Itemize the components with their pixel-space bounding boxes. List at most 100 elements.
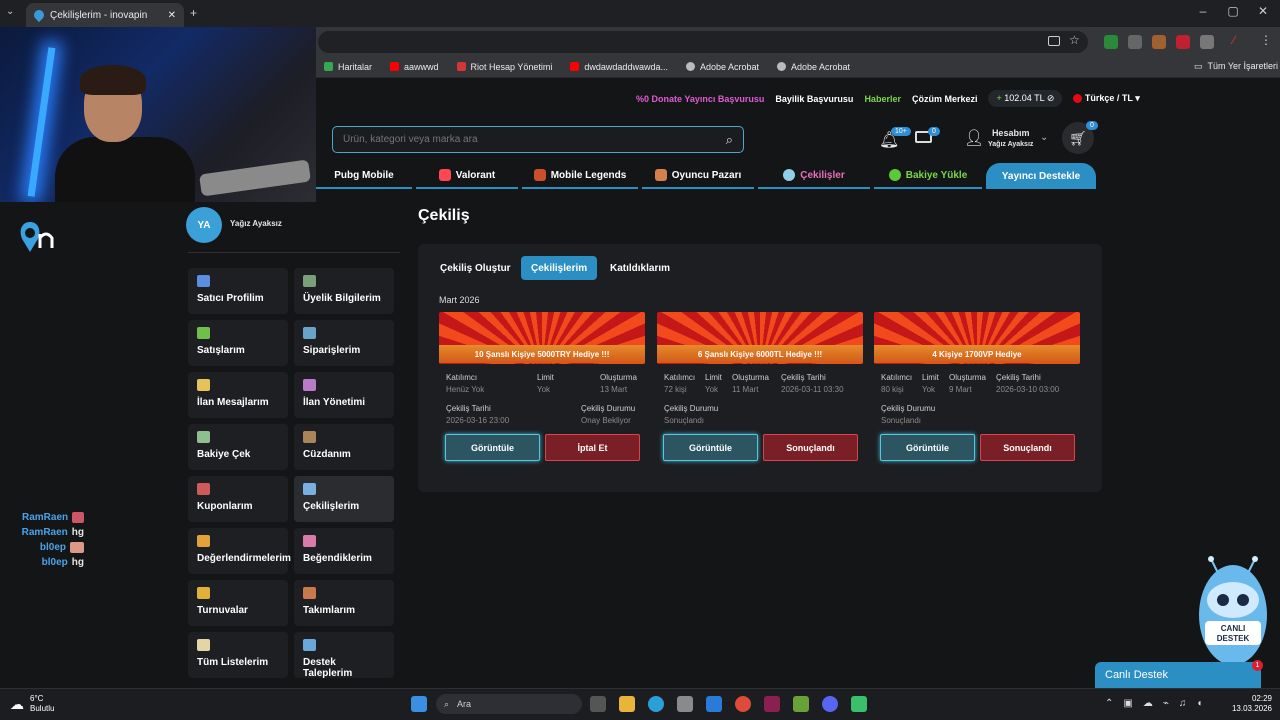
store-icon[interactable]: [677, 696, 693, 712]
bookmark-item[interactable]: Adobe Acrobat: [685, 62, 759, 72]
close-tab-icon[interactable]: ✕: [168, 10, 176, 21]
chrome-menu-icon[interactable]: ⋮: [1260, 33, 1272, 47]
cat-bakiye-yukle[interactable]: Bakiye Yükle: [874, 163, 982, 189]
maximize-icon[interactable]: ▢: [1223, 4, 1243, 18]
cat-valorant[interactable]: Valorant: [416, 163, 518, 189]
tab-create-raffle[interactable]: Çekiliş Oluştur: [430, 256, 521, 280]
all-lists-icon: [197, 639, 210, 651]
minimize-icon[interactable]: –: [1193, 4, 1213, 18]
support-mascot[interactable]: CANLI DESTEK: [1195, 555, 1271, 669]
raffle-card: 10 Şanslı Kişiye 5000TRY Hediye !!! Katı…: [439, 312, 645, 464]
info-value: Yok: [537, 385, 551, 394]
search-icon[interactable]: ⌕: [726, 132, 733, 148]
extension-icon[interactable]: [1128, 35, 1142, 49]
bookmark-star-icon[interactable]: ☆: [1069, 33, 1080, 47]
menu-item-my-orders[interactable]: Siparişlerim: [294, 320, 394, 366]
new-tab-icon[interactable]: +: [190, 6, 197, 20]
address-bar[interactable]: [318, 31, 1088, 53]
menu-item-label: Kuponlarım: [197, 501, 253, 512]
cat-oyuncu-pazari[interactable]: Oyuncu Pazarı: [642, 163, 754, 189]
menu-item-withdraw-balance[interactable]: Bakiye Çek: [188, 424, 288, 470]
all-bookmarks[interactable]: ▭ Tüm Yer İşaretleri: [1194, 61, 1278, 72]
menu-item-label: Takımlarım: [303, 605, 356, 616]
clock[interactable]: 02:29 13.03.2026: [1228, 694, 1272, 714]
menu-item-tournaments[interactable]: Turnuvalar: [188, 580, 288, 626]
extension-icon[interactable]: [1176, 35, 1190, 49]
menu-item-support-tickets[interactable]: Destek Taleplerim: [294, 632, 394, 679]
live-support-button[interactable]: Canlı Destek: [1095, 662, 1261, 688]
edge-icon[interactable]: [648, 696, 664, 712]
menu-item-my-coupons[interactable]: Kuponlarım: [188, 476, 288, 522]
info-value: 2026-03-16 23:00: [446, 416, 510, 425]
task-view-icon[interactable]: [590, 696, 606, 712]
tab-joined[interactable]: Katıldıklarım: [600, 256, 680, 280]
app-icon[interactable]: [793, 696, 809, 712]
search-input[interactable]: [343, 134, 726, 145]
menu-item-my-wallet[interactable]: Cüzdanım: [294, 424, 394, 470]
profile-icon[interactable]: ∕: [1233, 33, 1235, 47]
cat-cekilisler[interactable]: Çekilişler: [758, 163, 870, 189]
extension-icon[interactable]: [1104, 35, 1118, 49]
menu-item-my-reviews[interactable]: Değerlendirmelerim: [188, 528, 291, 574]
donate-link[interactable]: %0 Donate Yayıncı Başvurusu: [636, 94, 764, 104]
menu-item-my-raffles[interactable]: Çekilişlerim: [294, 476, 394, 522]
menu-item-all-lists[interactable]: Tüm Listelerim: [188, 632, 288, 678]
chrome-icon[interactable]: [735, 696, 751, 712]
menu-item-label: Satıcı Profilim: [197, 293, 264, 304]
balance-badge[interactable]: + 102.04 TL ⊘: [988, 90, 1063, 107]
menu-item-my-teams[interactable]: Takımlarım: [294, 580, 394, 626]
view-button[interactable]: Görüntüle: [445, 434, 540, 461]
menu-item-listing-messages[interactable]: İlan Mesajlarım: [188, 372, 288, 418]
menu-item-listing-management[interactable]: İlan Yönetimi: [294, 372, 394, 418]
eye-off-icon[interactable]: ⊘: [1047, 93, 1055, 103]
info-label: Oluşturma: [600, 373, 637, 382]
cloud-icon: ☁: [10, 696, 24, 712]
cat-mobile-legends[interactable]: Mobile Legends: [522, 163, 638, 189]
bookmark-item[interactable]: Riot Hesap Yönetimi: [456, 62, 552, 72]
windows-start-icon[interactable]: [411, 696, 427, 712]
concluded-button[interactable]: Sonuçlandı: [763, 434, 858, 461]
extensions-puzzle-icon[interactable]: [1200, 35, 1214, 49]
bookmark-item[interactable]: dwdawdaddwawda...: [570, 62, 668, 72]
bookmark-item[interactable]: Adobe Acrobat: [777, 62, 850, 72]
cancel-raffle-button[interactable]: İptal Et: [545, 434, 640, 461]
notification-badge: 10+: [891, 127, 911, 136]
app-icon[interactable]: [764, 696, 780, 712]
weather-widget[interactable]: ☁ 6°C Bulutlu: [10, 694, 54, 714]
language-selector[interactable]: Türkçe / TL ▾: [1073, 93, 1140, 104]
solution-center-link[interactable]: Çözüm Merkezi: [912, 94, 978, 104]
menu-item-membership-info[interactable]: Üyelik Bilgilerim: [294, 268, 394, 314]
file-explorer-icon[interactable]: [619, 696, 635, 712]
system-tray-icons[interactable]: ⌃▣☁⌁♫◖: [1105, 698, 1212, 709]
browser-tab[interactable]: Çekilişlerim - inovapin ✕: [26, 3, 184, 27]
account-menu[interactable]: Hesabım Yağız Ayaksız: [988, 128, 1033, 150]
menu-item-my-sales[interactable]: Satışlarım: [188, 320, 288, 366]
dealer-link[interactable]: Bayilik Başvurusu: [775, 94, 853, 104]
view-button[interactable]: Görüntüle: [880, 434, 975, 461]
view-button[interactable]: Görüntüle: [663, 434, 758, 461]
taskbar-search[interactable]: ⌕ Ara: [436, 694, 582, 714]
menu-item-label: Değerlendirmelerim: [197, 553, 291, 564]
bookmark-item[interactable]: Haritalar: [324, 62, 372, 72]
app-icon[interactable]: [851, 696, 867, 712]
tab-list-icon[interactable]: ⌄: [6, 6, 14, 17]
info-value: 13 Mart: [600, 385, 628, 394]
extension-icon[interactable]: [1152, 35, 1166, 49]
site-logo[interactable]: [16, 218, 56, 256]
menu-item-seller-profile[interactable]: Satıcı Profilim: [188, 268, 288, 314]
user-icon[interactable]: 👤︎: [964, 128, 984, 148]
menu-item-my-likes[interactable]: Beğendiklerim: [294, 528, 394, 574]
tab-my-raffles[interactable]: Çekilişlerim: [521, 256, 598, 280]
info-value: Sonuçlandı: [664, 416, 705, 425]
avatar[interactable]: YA: [186, 207, 222, 243]
chevron-down-icon[interactable]: ⌄: [1040, 132, 1048, 143]
news-link[interactable]: Haberler: [864, 94, 901, 104]
cat-yayinci-destekle[interactable]: Yayıncı Destekle: [986, 163, 1096, 189]
mail-app-icon[interactable]: [706, 696, 722, 712]
bookmark-item[interactable]: aawwwd: [390, 62, 439, 72]
cast-icon[interactable]: [1048, 36, 1060, 46]
close-window-icon[interactable]: ✕: [1253, 4, 1273, 18]
cat-pubg[interactable]: Pubg Mobile: [316, 163, 412, 189]
concluded-button[interactable]: Sonuçlandı: [980, 434, 1075, 461]
discord-icon[interactable]: [822, 696, 838, 712]
